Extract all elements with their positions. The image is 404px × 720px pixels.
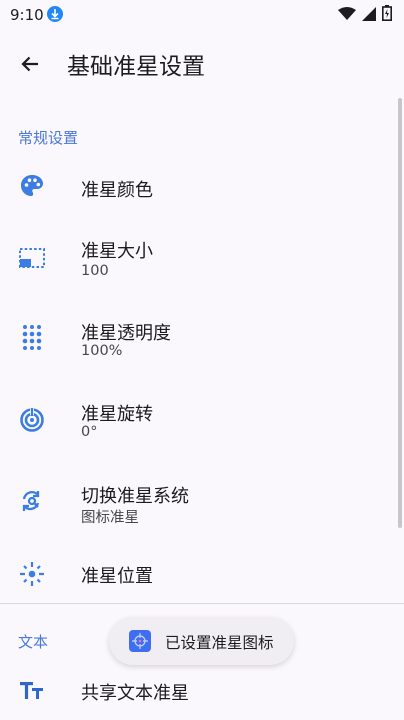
setting-switch-crosshair-system[interactable]: 切换准星系统 图标准星 [0, 470, 396, 546]
switch-search-icon [18, 488, 46, 516]
status-time: 9:10 [10, 6, 44, 24]
app-icon [129, 630, 151, 652]
palette-icon [18, 172, 46, 200]
battery-icon [382, 5, 392, 25]
page-title: 基础准星设置 [67, 54, 205, 80]
text-format-icon [18, 677, 46, 705]
setting-crosshair-rotation[interactable]: 准星旋转 0° [0, 388, 396, 464]
section-header-general: 常规设置 [18, 129, 79, 147]
setting-label: 共享文本准星 [81, 683, 189, 704]
rotate-icon [18, 405, 46, 433]
wifi-icon [338, 6, 356, 25]
setting-label: 准星透明度 [81, 323, 171, 344]
setting-shared-text-crosshair[interactable]: 共享文本准星 [0, 668, 396, 714]
resize-icon [18, 244, 46, 272]
scrollbar[interactable] [398, 98, 402, 528]
setting-label: 准星位置 [81, 566, 153, 587]
setting-summary: 图标准星 [81, 510, 139, 526]
setting-label: 准星大小 [81, 241, 153, 262]
setting-summary: 100% [81, 343, 123, 359]
signal-icon [362, 6, 376, 25]
toast-text: 已设置准星图标 [165, 634, 274, 652]
setting-label: 准星颜色 [81, 180, 153, 201]
setting-summary: 0° [81, 424, 98, 440]
arrow-back-icon[interactable] [14, 48, 46, 80]
download-icon [47, 6, 63, 22]
setting-crosshair-position[interactable]: 准星位置 [0, 552, 396, 598]
section-header-text: 文本 [18, 633, 49, 651]
opacity-dots-icon [18, 323, 46, 351]
status-bar: 9:10 [0, 0, 404, 28]
app-bar: 基础准星设置 [0, 30, 404, 96]
setting-crosshair-color[interactable]: 准星颜色 [0, 158, 396, 220]
setting-summary: 100 [81, 263, 109, 279]
section-divider [0, 603, 404, 604]
setting-label: 切换准星系统 [81, 486, 189, 507]
setting-label: 准星旋转 [81, 404, 153, 425]
setting-crosshair-opacity[interactable]: 准星透明度 100% [0, 306, 396, 382]
setting-crosshair-size[interactable]: 准星大小 100 [0, 226, 396, 300]
crosshair-position-icon [18, 560, 46, 588]
toast-message: 已设置准星图标 [109, 617, 294, 665]
